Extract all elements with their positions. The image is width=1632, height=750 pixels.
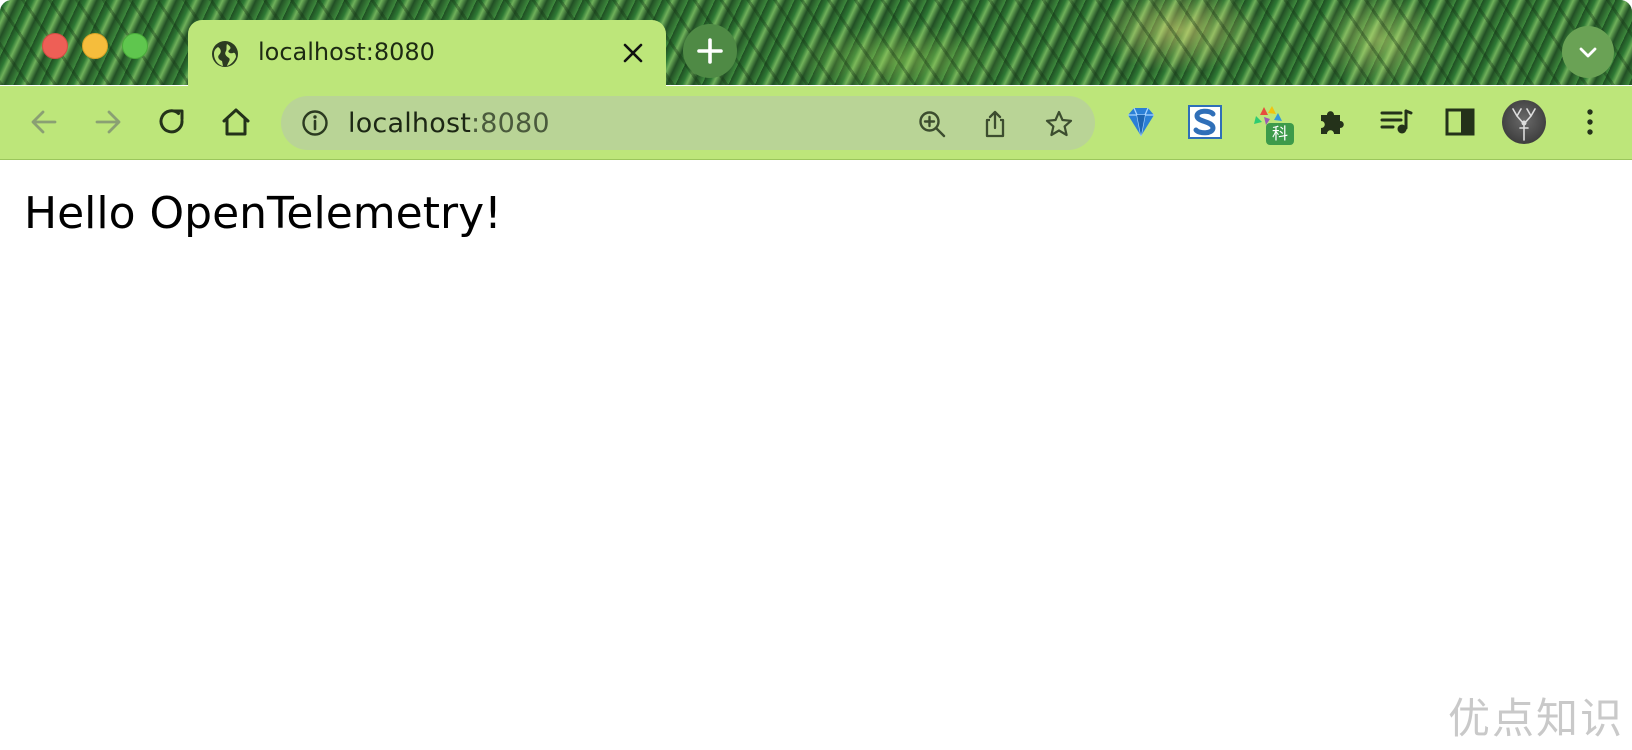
reload-icon <box>159 109 184 134</box>
page-content: Hello OpenTelemetry! 优点知识 <box>0 160 1632 750</box>
zoom-window-button[interactable] <box>122 33 148 59</box>
home-button[interactable] <box>218 104 254 140</box>
forward-arrow-icon <box>95 110 121 134</box>
close-icon[interactable] <box>620 40 646 66</box>
new-tab-button[interactable] <box>683 24 737 78</box>
chrome-menu-button[interactable] <box>1572 104 1608 140</box>
chevron-down-icon <box>1579 47 1597 58</box>
extension-badge: 科 <box>1266 123 1294 145</box>
profile-avatar[interactable] <box>1502 100 1546 144</box>
s-extension-icon[interactable] <box>1186 103 1224 141</box>
minimize-window-button[interactable] <box>82 33 108 59</box>
back-arrow-icon <box>31 110 57 134</box>
tab-search-button[interactable] <box>1562 26 1614 78</box>
page-heading: Hello OpenTelemetry! <box>24 188 502 239</box>
address-bar[interactable]: localhost:8080 <box>281 96 1095 150</box>
diamond-extension-icon[interactable] <box>1122 103 1160 141</box>
home-icon <box>222 108 250 136</box>
reload-button[interactable] <box>154 104 190 140</box>
globe-icon <box>212 41 238 67</box>
share-icon[interactable] <box>980 109 1010 139</box>
zoom-in-icon[interactable] <box>917 109 947 139</box>
more-vertical-icon <box>1587 109 1593 135</box>
url-port: :8080 <box>471 108 550 139</box>
bookmark-star-icon[interactable] <box>1044 109 1074 139</box>
close-window-button[interactable] <box>42 33 68 59</box>
plus-icon <box>697 38 723 64</box>
back-button[interactable] <box>26 104 62 140</box>
tab-title: localhost:8080 <box>258 38 435 66</box>
colorful-extension-icon[interactable]: 科 <box>1250 103 1294 145</box>
watermark: 优点知识 <box>1447 694 1624 743</box>
forward-button[interactable] <box>90 104 126 140</box>
side-panel-icon[interactable] <box>1441 103 1479 141</box>
info-icon[interactable] <box>301 109 329 137</box>
deer-avatar-icon <box>1512 108 1536 141</box>
browser-window: localhost:8080 localhost:8080 科 Hello Op… <box>0 0 1632 750</box>
media-playlist-icon[interactable] <box>1377 103 1415 141</box>
toolbar: localhost:8080 科 <box>0 86 1632 160</box>
tab-localhost[interactable]: localhost:8080 <box>188 20 666 88</box>
puzzle-extensions-icon[interactable] <box>1313 103 1351 141</box>
url-host: localhost <box>348 108 471 139</box>
url-text[interactable]: localhost:8080 <box>348 108 550 139</box>
